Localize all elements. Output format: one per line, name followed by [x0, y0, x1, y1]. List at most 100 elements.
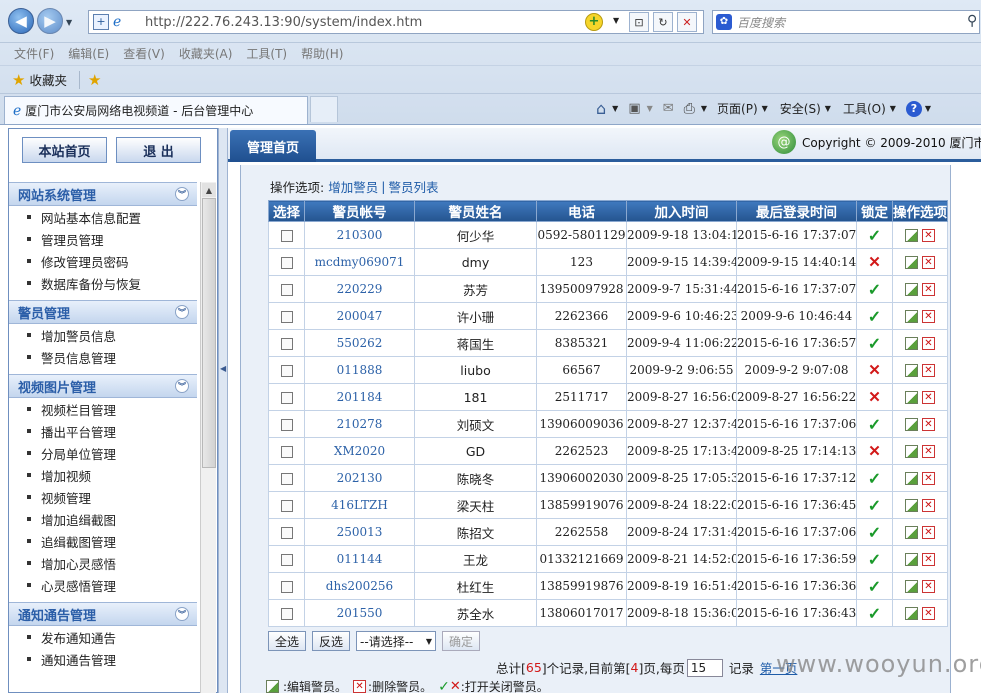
- menu-help[interactable]: 帮助(H): [301, 45, 343, 62]
- menu-item-add-video[interactable]: 增加视频: [9, 464, 197, 486]
- row-select[interactable]: [268, 545, 305, 573]
- edit-icon[interactable]: [905, 256, 918, 269]
- cell-locked[interactable]: ✓: [856, 545, 893, 573]
- row-select[interactable]: [268, 437, 305, 465]
- row-checkbox[interactable]: [280, 526, 293, 539]
- cell-locked[interactable]: ✓: [856, 464, 893, 492]
- menu-item-notice-manage[interactable]: 通知通告管理: [9, 648, 197, 670]
- row-select[interactable]: [268, 356, 305, 384]
- cell-account[interactable]: 201550: [304, 599, 415, 627]
- row-checkbox[interactable]: [280, 418, 293, 431]
- edit-icon[interactable]: [905, 283, 918, 296]
- lock-status-icon[interactable]: ✓: [868, 334, 881, 353]
- menu-item-add-insight[interactable]: 增加心灵感悟: [9, 552, 197, 574]
- lock-status-icon[interactable]: ✕: [868, 361, 881, 379]
- frame-divider[interactable]: ◀: [218, 128, 228, 693]
- delete-icon[interactable]: ✕: [922, 283, 935, 296]
- scroll-up-icon[interactable]: ▲: [202, 183, 216, 197]
- section-notice[interactable]: 通知通告管理 ︾: [9, 602, 197, 626]
- compat-view-icon[interactable]: ⊡: [629, 12, 649, 32]
- menu-item-add-police[interactable]: 增加警员信息: [9, 324, 197, 346]
- cell-account[interactable]: 210300: [304, 221, 415, 249]
- lock-status-icon[interactable]: ✓: [868, 415, 881, 434]
- collapse-arrow-icon[interactable]: ◀: [220, 364, 226, 373]
- row-checkbox[interactable]: [280, 607, 293, 620]
- action-select[interactable]: --请选择-- ▼: [356, 631, 437, 651]
- menu-item-insight-manage[interactable]: 心灵感悟管理: [9, 574, 197, 596]
- feeds-icon[interactable]: ▣: [628, 101, 640, 116]
- help-icon[interactable]: ?: [905, 100, 922, 117]
- row-checkbox[interactable]: [280, 553, 293, 566]
- menu-item-db-backup[interactable]: 数据库备份与恢复: [9, 272, 197, 294]
- cell-account[interactable]: mcdmy069071: [304, 248, 415, 276]
- section-video[interactable]: 视频图片管理 ︾: [9, 374, 197, 398]
- delete-icon[interactable]: ✕: [922, 391, 935, 404]
- menu-edit[interactable]: 编辑(E): [68, 45, 109, 62]
- row-checkbox[interactable]: [280, 499, 293, 512]
- cell-account[interactable]: 200047: [304, 302, 415, 330]
- menu-item-capture-manage[interactable]: 追缉截图管理: [9, 530, 197, 552]
- cell-locked[interactable]: ✓: [856, 491, 893, 519]
- cell-locked[interactable]: ✓: [856, 275, 893, 303]
- edit-icon[interactable]: [905, 391, 918, 404]
- back-button[interactable]: ◀: [8, 8, 34, 34]
- collapse-chevron-icon[interactable]: ︾: [175, 379, 189, 393]
- collapse-chevron-icon[interactable]: ︾: [175, 607, 189, 621]
- lock-status-icon[interactable]: ✕: [868, 388, 881, 406]
- menu-item-site-config[interactable]: 网站基本信息配置: [9, 206, 197, 228]
- help-dropdown-icon[interactable]: ▼: [925, 104, 931, 113]
- cell-account[interactable]: dhs200256: [304, 572, 415, 600]
- edit-icon[interactable]: [905, 526, 918, 539]
- menu-tools[interactable]: 工具(T): [246, 45, 287, 62]
- row-select[interactable]: [268, 491, 305, 519]
- menu-item-branch[interactable]: 分局单位管理: [9, 442, 197, 464]
- lock-status-icon[interactable]: ✓: [868, 280, 881, 299]
- delete-icon[interactable]: ✕: [922, 364, 935, 377]
- menu-item-publish-notice[interactable]: 发布通知通告: [9, 626, 197, 648]
- lock-status-icon[interactable]: ✓: [868, 307, 881, 326]
- lock-status-icon[interactable]: ✓: [868, 577, 881, 596]
- browser-tab-active[interactable]: ℯ 厦门市公安局网络电视频道 - 后台管理中心: [4, 96, 308, 124]
- lock-status-icon[interactable]: ✕: [868, 442, 881, 460]
- edit-icon[interactable]: [905, 580, 918, 593]
- edit-icon[interactable]: [905, 553, 918, 566]
- menu-item-admin-manage[interactable]: 管理员管理: [9, 228, 197, 250]
- row-select[interactable]: [268, 275, 305, 303]
- row-checkbox[interactable]: [280, 391, 293, 404]
- section-police[interactable]: 警员管理 ︾: [9, 300, 197, 324]
- cell-locked[interactable]: ✓: [856, 599, 893, 627]
- delete-icon[interactable]: ✕: [922, 418, 935, 431]
- delete-icon[interactable]: ✕: [922, 607, 935, 620]
- row-select[interactable]: [268, 572, 305, 600]
- cell-locked[interactable]: ✓: [856, 518, 893, 546]
- safety-menu[interactable]: 安全(S): [780, 100, 821, 117]
- home-dropdown-icon[interactable]: ▼: [612, 104, 618, 113]
- feeds-dropdown-icon[interactable]: ▼: [647, 104, 653, 113]
- invert-selection-button[interactable]: 反选: [312, 631, 351, 651]
- new-tab-button[interactable]: [310, 96, 338, 122]
- cell-locked[interactable]: ✕: [856, 383, 893, 411]
- cell-locked[interactable]: ✕: [856, 356, 893, 384]
- collapse-chevron-icon[interactable]: ︾: [175, 305, 189, 319]
- edit-icon[interactable]: [905, 364, 918, 377]
- cell-account[interactable]: 220229: [304, 275, 415, 303]
- delete-icon[interactable]: ✕: [922, 310, 935, 323]
- add-police-link[interactable]: 增加警员: [328, 177, 378, 196]
- lock-status-icon[interactable]: ✓: [868, 469, 881, 488]
- cell-account[interactable]: 011888: [304, 356, 415, 384]
- edit-icon[interactable]: [905, 337, 918, 350]
- menu-item-add-capture[interactable]: 增加追缉截图: [9, 508, 197, 530]
- section-site-system[interactable]: 网站系统管理 ︾: [9, 182, 197, 206]
- lock-status-icon[interactable]: ✕: [868, 253, 881, 271]
- menu-file[interactable]: 文件(F): [14, 45, 54, 62]
- lock-status-icon[interactable]: ✓: [868, 226, 881, 245]
- menu-item-police-manage[interactable]: 警员信息管理: [9, 346, 197, 368]
- row-checkbox[interactable]: [280, 445, 293, 458]
- delete-icon[interactable]: ✕: [922, 229, 935, 242]
- forward-button[interactable]: ▶: [37, 8, 63, 34]
- edit-icon[interactable]: [905, 445, 918, 458]
- cell-account[interactable]: 011144: [304, 545, 415, 573]
- cell-locked[interactable]: ✓: [856, 302, 893, 330]
- home-icon[interactable]: ⌂: [596, 99, 606, 118]
- search-icon[interactable]: ⚲: [967, 13, 977, 29]
